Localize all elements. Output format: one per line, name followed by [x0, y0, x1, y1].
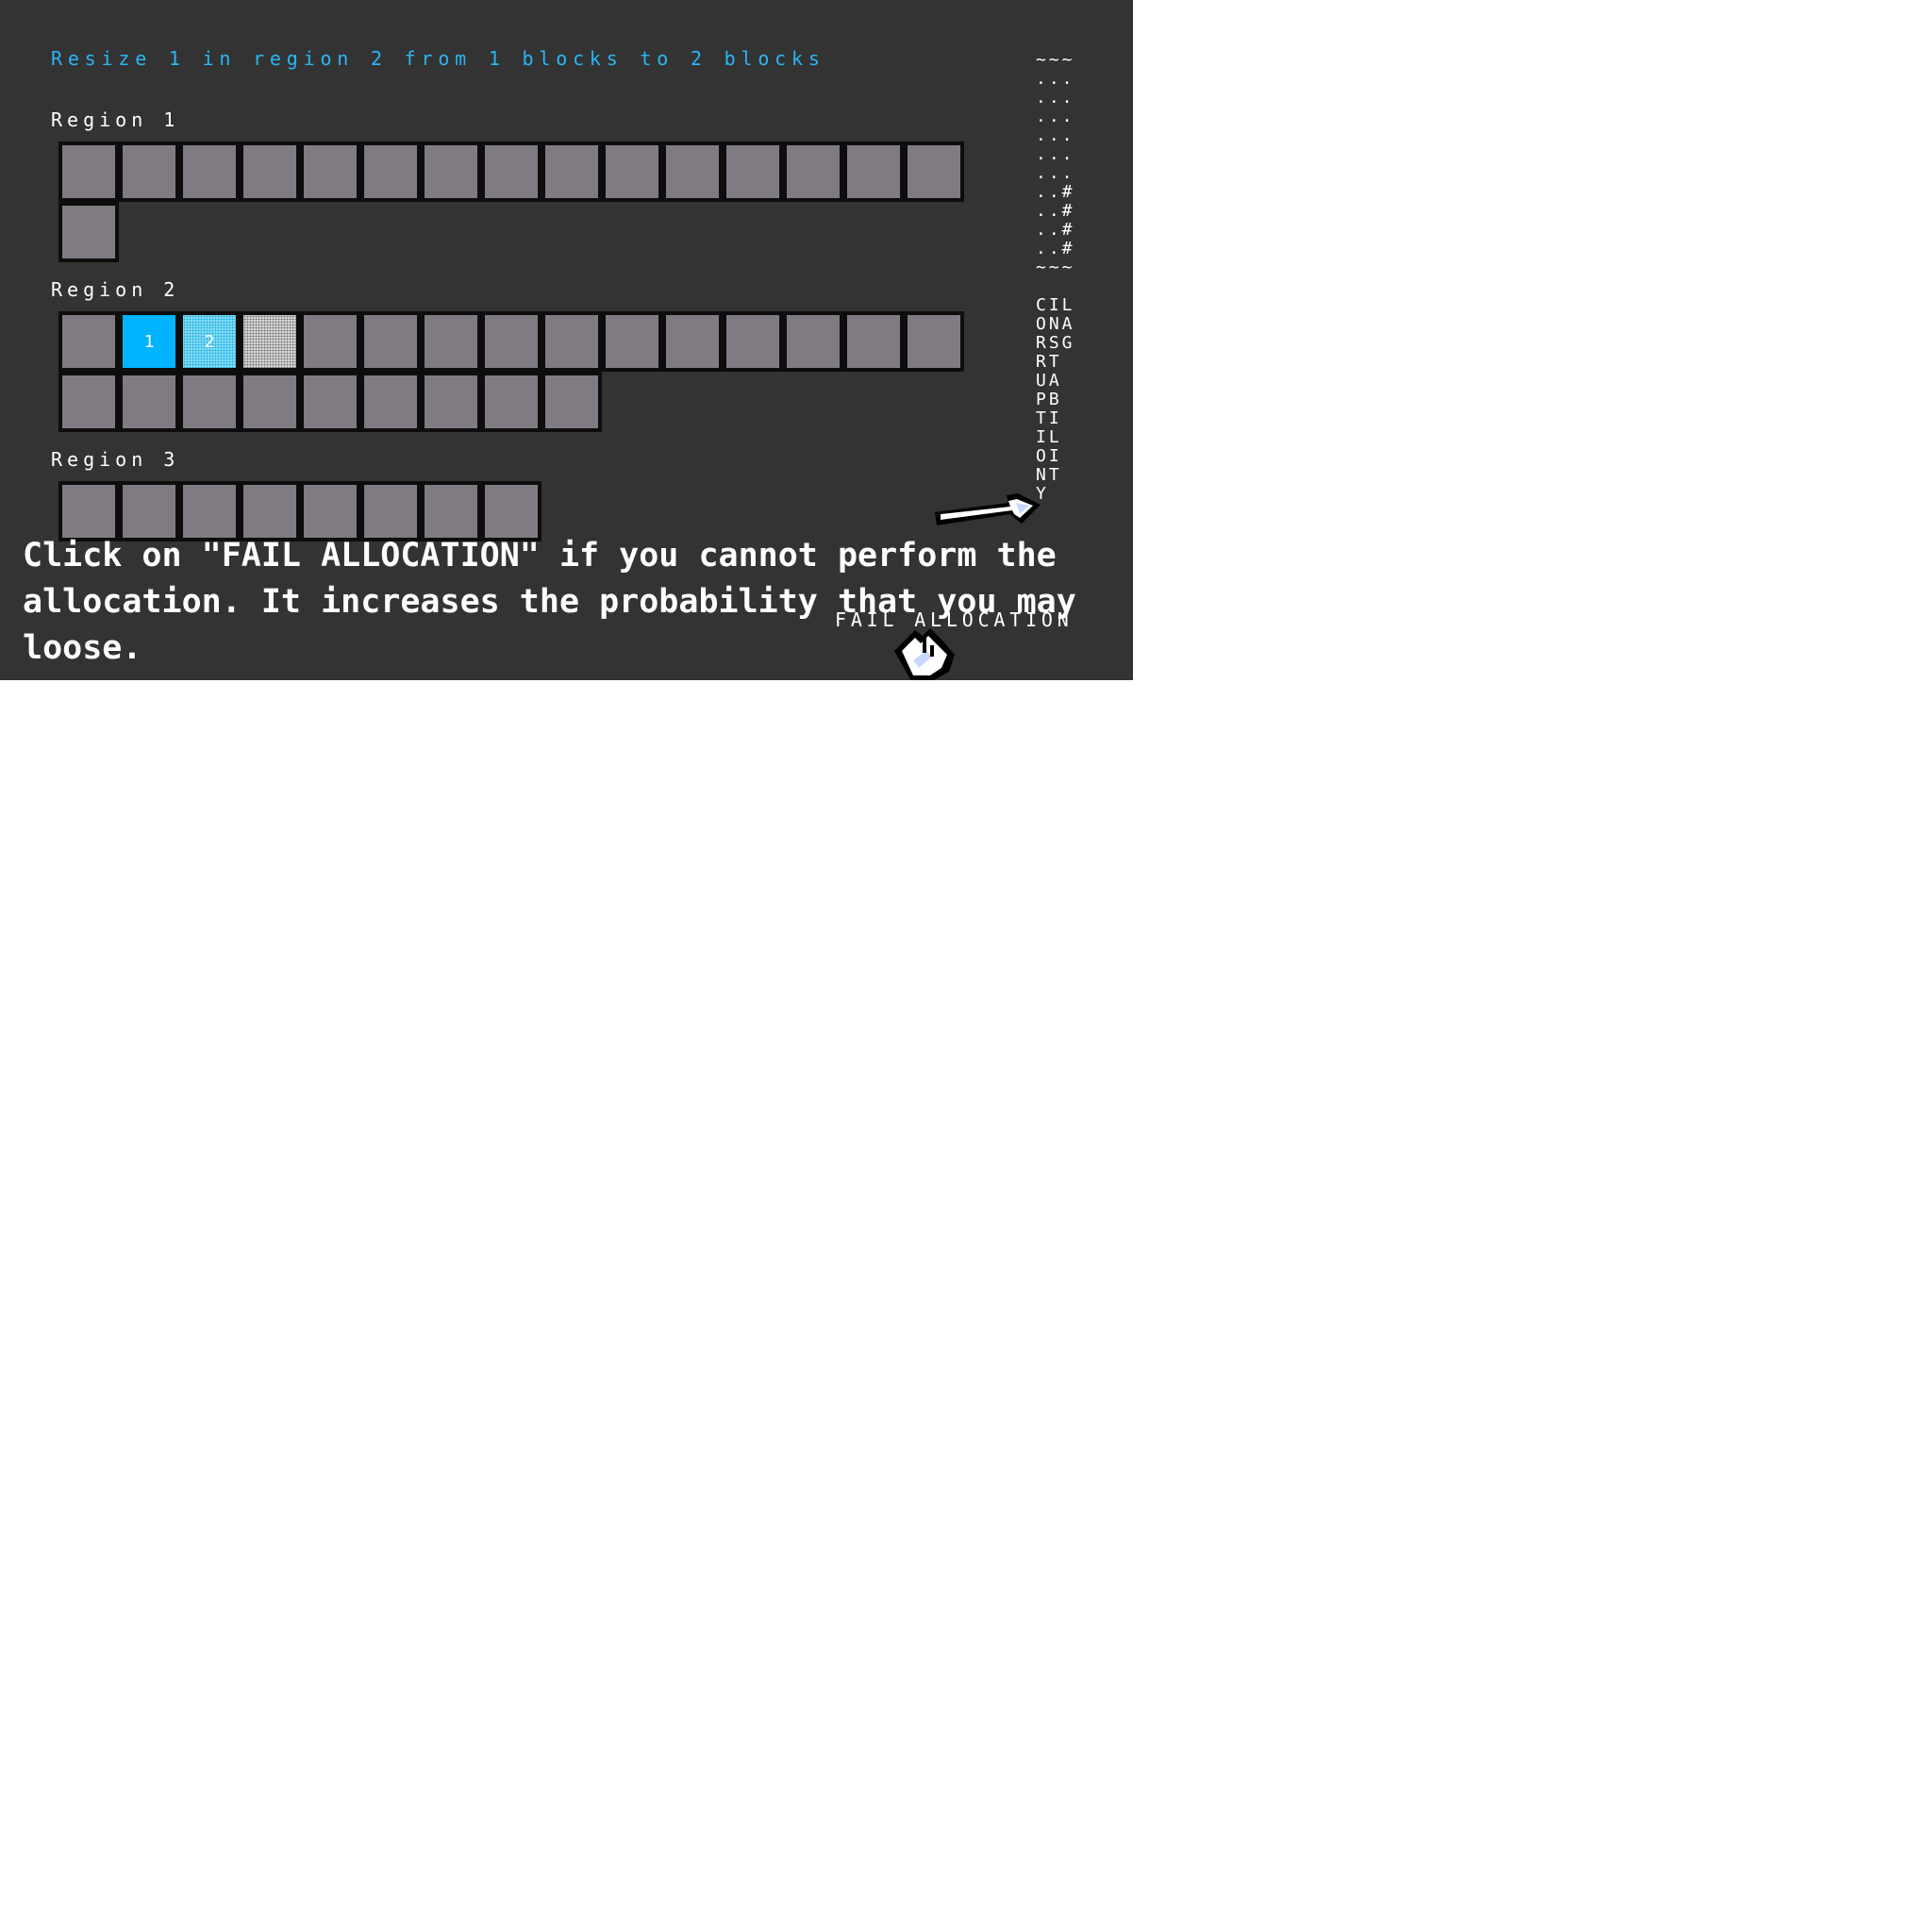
- memory-block[interactable]: [421, 142, 481, 202]
- memory-block[interactable]: [602, 142, 662, 202]
- memory-block[interactable]: [58, 202, 119, 262]
- meter-row: ...: [1036, 107, 1075, 126]
- vertical-label-row: OI: [1036, 446, 1062, 466]
- instruction-text: Resize 1 in region 2 from 1 blocks to 2 …: [51, 47, 825, 70]
- memory-block[interactable]: [240, 372, 300, 432]
- memory-block[interactable]: [300, 372, 360, 432]
- memory-block[interactable]: [541, 372, 602, 432]
- memory-block[interactable]: [662, 311, 723, 372]
- meter-row: ..#: [1036, 239, 1075, 258]
- meter-row: ...: [1036, 125, 1075, 145]
- memory-block[interactable]: [723, 142, 783, 202]
- memory-block[interactable]: [662, 142, 723, 202]
- memory-block[interactable]: [58, 142, 119, 202]
- memory-block[interactable]: [179, 372, 240, 432]
- memory-block[interactable]: [541, 311, 602, 372]
- region-3-label: Region 3: [51, 448, 180, 471]
- vertical-label-row: RSG: [1036, 333, 1075, 353]
- vertical-label-row: RT: [1036, 352, 1062, 372]
- vertical-label-row: UA: [1036, 371, 1062, 391]
- meter-cap-top: ~~~: [1036, 50, 1075, 70]
- meter-row: ...: [1036, 163, 1075, 183]
- vertical-label-row: CIL: [1036, 295, 1075, 315]
- memory-block[interactable]: [58, 372, 119, 432]
- memory-block[interactable]: [904, 142, 964, 202]
- meter-row: ...: [1036, 144, 1075, 164]
- arrow-cursor-icon: [935, 493, 1041, 525]
- memory-block[interactable]: [723, 311, 783, 372]
- memory-block[interactable]: [843, 142, 904, 202]
- memory-block[interactable]: [240, 142, 300, 202]
- game-screen: Resize 1 in region 2 from 1 blocks to 2 …: [0, 0, 1133, 680]
- meter-cap-bottom: ~~~: [1036, 258, 1075, 277]
- memory-block[interactable]: [421, 372, 481, 432]
- memory-block[interactable]: [119, 372, 179, 432]
- crash-probability-label: CIL ONA RSG RT UA PB TI IL OI NT Y: [1036, 296, 1075, 504]
- memory-block[interactable]: [300, 311, 360, 372]
- memory-block[interactable]: [481, 142, 541, 202]
- memory-block[interactable]: [843, 311, 904, 372]
- block-number: 1: [143, 331, 155, 352]
- region-2-label: Region 2: [51, 278, 180, 301]
- memory-block[interactable]: [904, 311, 964, 372]
- memory-block[interactable]: [300, 142, 360, 202]
- region-1-grid: [58, 142, 964, 262]
- block-number: 2: [204, 331, 215, 352]
- memory-block[interactable]: [58, 311, 119, 372]
- memory-block[interactable]: [360, 311, 421, 372]
- meter-row: ...: [1036, 88, 1075, 108]
- memory-block[interactable]: [360, 142, 421, 202]
- free-block[interactable]: [240, 311, 300, 372]
- memory-block[interactable]: [179, 142, 240, 202]
- memory-block[interactable]: [541, 142, 602, 202]
- region-1-label: Region 1: [51, 108, 180, 131]
- memory-block[interactable]: [783, 142, 843, 202]
- region-2-grid: 1 2: [58, 311, 964, 432]
- memory-block[interactable]: [360, 372, 421, 432]
- meter-row: ..#: [1036, 201, 1075, 221]
- allocated-block-current[interactable]: 1: [119, 311, 179, 372]
- memory-block[interactable]: [481, 372, 541, 432]
- vertical-label-row: TI: [1036, 408, 1062, 428]
- meter-row: ..#: [1036, 182, 1075, 202]
- memory-block[interactable]: [421, 311, 481, 372]
- hand-cursor-icon: [894, 628, 955, 680]
- meter-row: ..#: [1036, 220, 1075, 240]
- memory-block[interactable]: [481, 311, 541, 372]
- crash-probability-meter: ~~~ ... ... ... ... ... ... ..# ..# ..# …: [1036, 51, 1075, 277]
- resize-target-block[interactable]: 2: [179, 311, 240, 372]
- vertical-label-row: ONA: [1036, 314, 1075, 334]
- vertical-label-row: PB: [1036, 390, 1062, 409]
- memory-block[interactable]: [602, 311, 662, 372]
- memory-block[interactable]: [783, 311, 843, 372]
- meter-row: ...: [1036, 69, 1075, 89]
- memory-block[interactable]: [119, 142, 179, 202]
- vertical-label-row: IL: [1036, 427, 1062, 447]
